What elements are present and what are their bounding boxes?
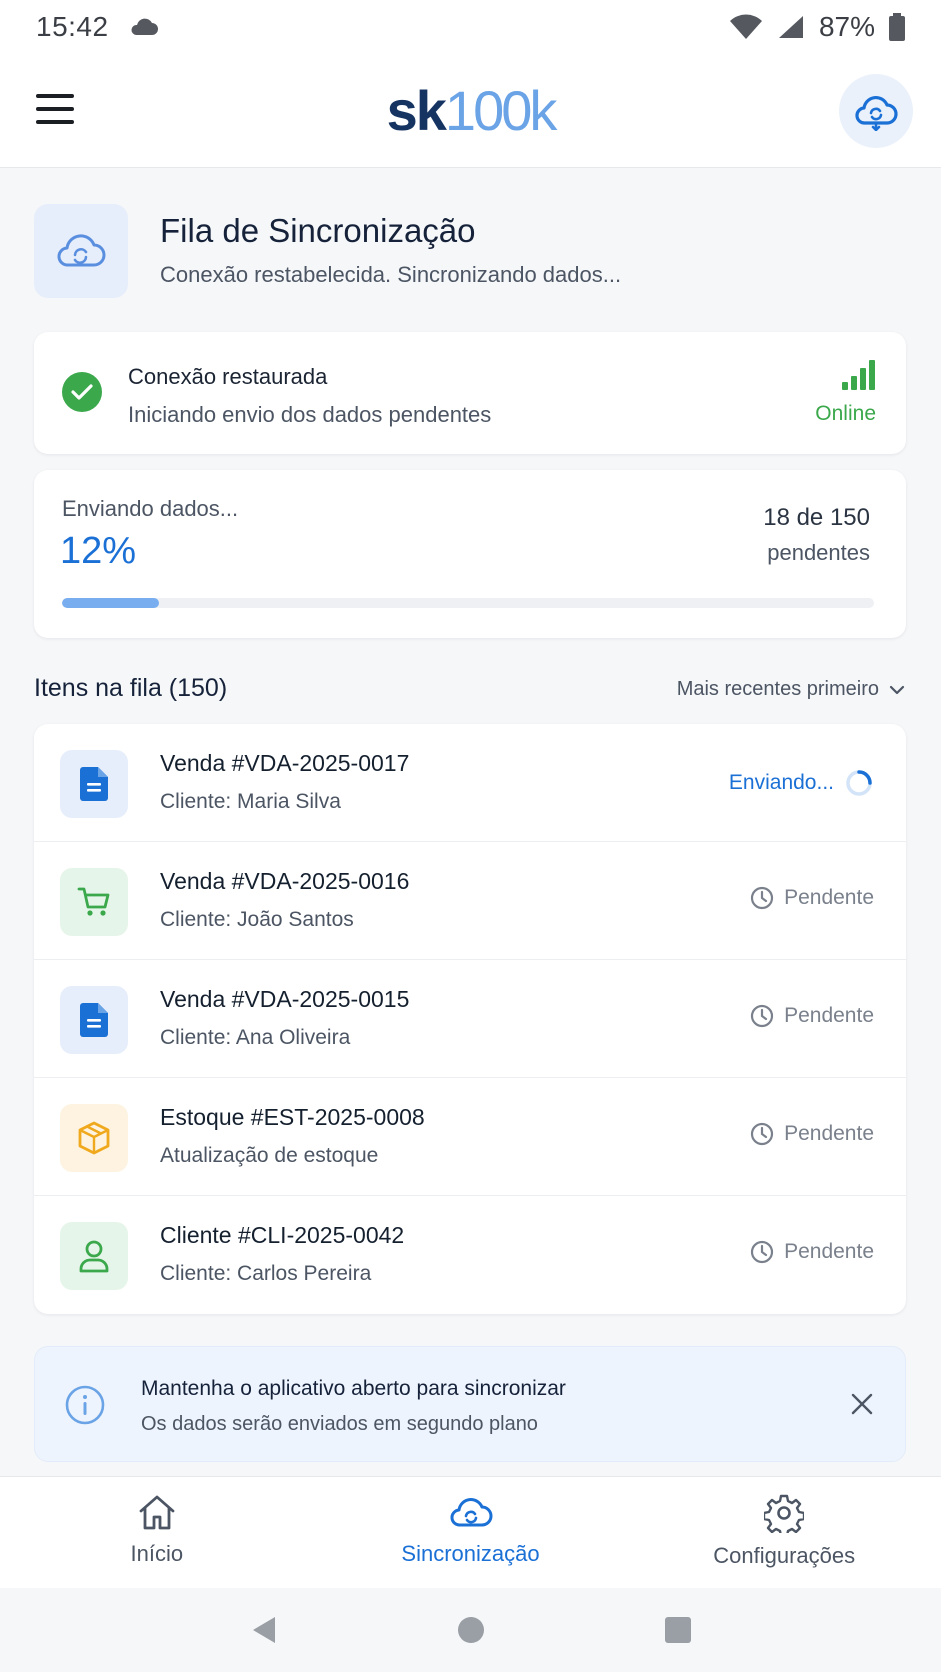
queue-item[interactable]: Venda #VDA-2025-0017 Cliente: Maria Silv… <box>34 724 906 842</box>
nav-settings[interactable]: Configurações <box>627 1477 941 1588</box>
cloud-sync-icon <box>57 234 106 267</box>
queue-list: Venda #VDA-2025-0017 Cliente: Maria Silv… <box>34 724 906 1314</box>
queue-item[interactable]: Venda #VDA-2025-0015 Cliente: Ana Olivei… <box>34 960 906 1078</box>
gear-icon <box>764 1494 805 1533</box>
queue-item-status: Enviando... <box>729 768 874 798</box>
queue-item-title: Venda #VDA-2025-0015 <box>160 986 410 1012</box>
clock-icon <box>750 1004 774 1028</box>
signal-bars-icon <box>842 360 875 390</box>
queue-item-subtitle: Cliente: Ana Oliveira <box>160 1026 351 1049</box>
queue-item-subtitle: Cliente: João Santos <box>160 908 354 931</box>
app-logo: sk100k <box>386 78 558 143</box>
page-title: Fila de Sincronização <box>160 212 476 249</box>
logo-number: 100k <box>444 79 557 142</box>
queue-item-status: Pendente <box>750 886 874 910</box>
cloud-sync-icon <box>855 95 898 131</box>
queue-item-status: Pendente <box>750 1240 874 1264</box>
document-icon <box>60 986 128 1054</box>
logo-sk: sk <box>386 79 447 142</box>
close-icon[interactable] <box>851 1393 873 1415</box>
status-text: Pendente <box>784 886 874 909</box>
sort-label: Mais recentes primeiro <box>676 678 879 700</box>
nav-sync[interactable]: Sincronização <box>314 1477 628 1588</box>
home-icon <box>139 1495 175 1530</box>
info-banner: Mantenha o aplicativo aberto para sincro… <box>34 1346 906 1462</box>
queue-item-status: Pendente <box>750 1004 874 1028</box>
info-title: Mantenha o aplicativo aberto para sincro… <box>141 1377 566 1400</box>
progress-count: 18 de 150 <box>763 504 870 531</box>
cellular-signal-icon <box>778 16 803 38</box>
clock-icon <box>750 886 774 910</box>
user-icon <box>60 1222 128 1290</box>
hero-icon-box <box>34 204 128 298</box>
status-time: 15:42 <box>36 11 109 42</box>
status-bar: 15:42 87% <box>0 0 941 54</box>
menu-icon <box>36 94 74 98</box>
progress-label: Enviando dados... <box>62 496 239 521</box>
nav-settings-label: Configurações <box>713 1543 856 1568</box>
menu-button[interactable] <box>36 94 74 124</box>
cart-icon <box>60 868 128 936</box>
progress-bar-fill <box>62 598 160 608</box>
check-icon <box>62 372 102 412</box>
connection-status-card: Conexão restaurada Iniciando envio dos d… <box>34 332 906 454</box>
box-icon <box>60 1104 128 1172</box>
upload-progress-card: Enviando dados... 12% 18 de 150 pendente… <box>34 470 906 638</box>
connection-subtitle: Iniciando envio dos dados pendentes <box>128 402 492 427</box>
bottom-navigation: Início Sincronização Configurações <box>0 1476 941 1588</box>
queue-item-subtitle: Cliente: Carlos Pereira <box>160 1262 372 1285</box>
queue-item-title: Estoque #EST-2025-0008 <box>160 1104 425 1130</box>
spinner-icon <box>846 770 872 796</box>
queue-item-subtitle: Atualização de estoque <box>160 1144 379 1167</box>
queue-item-title: Cliente #CLI-2025-0042 <box>160 1222 405 1248</box>
battery-percent: 87% <box>818 11 875 42</box>
nav-home-label: Início <box>130 1541 184 1566</box>
queue-item-title: Venda #VDA-2025-0017 <box>160 750 410 776</box>
queue-item[interactable]: Estoque #EST-2025-0008 Atualização de es… <box>34 1078 906 1196</box>
battery-icon <box>889 13 905 41</box>
queue-item[interactable]: Cliente #CLI-2025-0042 Cliente: Carlos P… <box>34 1196 906 1314</box>
page-subtitle: Conexão restabelecida. Sincronizando dad… <box>160 262 622 287</box>
sort-dropdown[interactable]: Mais recentes primeiro <box>677 678 905 701</box>
system-navigation-bar <box>0 1588 941 1672</box>
cloud-sync-button[interactable] <box>839 74 913 148</box>
chevron-down-icon <box>889 685 905 694</box>
cloud-sync-icon <box>450 1498 492 1527</box>
progress-bar <box>62 598 874 608</box>
cloud-icon <box>131 18 158 35</box>
progress-pending-label: pendentes <box>767 540 870 565</box>
progress-percent: 12% <box>60 530 137 572</box>
queue-item-title: Venda #VDA-2025-0016 <box>160 868 410 894</box>
document-icon <box>60 750 128 818</box>
online-status: Online <box>815 402 876 425</box>
clock-icon <box>750 1122 774 1146</box>
home-circle-icon[interactable] <box>456 1615 486 1645</box>
nav-home[interactable]: Início <box>0 1477 314 1588</box>
status-text: Pendente <box>784 1240 874 1263</box>
app-bar: sk100k <box>0 54 941 168</box>
wifi-icon <box>729 14 762 39</box>
queue-heading: Itens na fila (150) <box>34 674 228 702</box>
info-subtitle: Os dados serão enviados em segundo plano <box>141 1413 538 1435</box>
status-text: Enviando... <box>728 771 834 794</box>
info-icon <box>65 1385 105 1425</box>
recents-icon[interactable] <box>664 1616 692 1644</box>
back-icon[interactable] <box>249 1615 279 1645</box>
connection-title: Conexão restaurada <box>128 364 328 389</box>
nav-sync-label: Sincronização <box>401 1541 540 1566</box>
sync-queue-header: Fila de Sincronização Conexão restabelec… <box>34 204 904 300</box>
queue-item[interactable]: Venda #VDA-2025-0016 Cliente: João Santo… <box>34 842 906 960</box>
queue-item-subtitle: Cliente: Maria Silva <box>160 790 341 813</box>
status-text: Pendente <box>784 1122 874 1145</box>
clock-icon <box>750 1240 774 1264</box>
status-text: Pendente <box>784 1004 874 1027</box>
queue-item-status: Pendente <box>750 1122 874 1146</box>
